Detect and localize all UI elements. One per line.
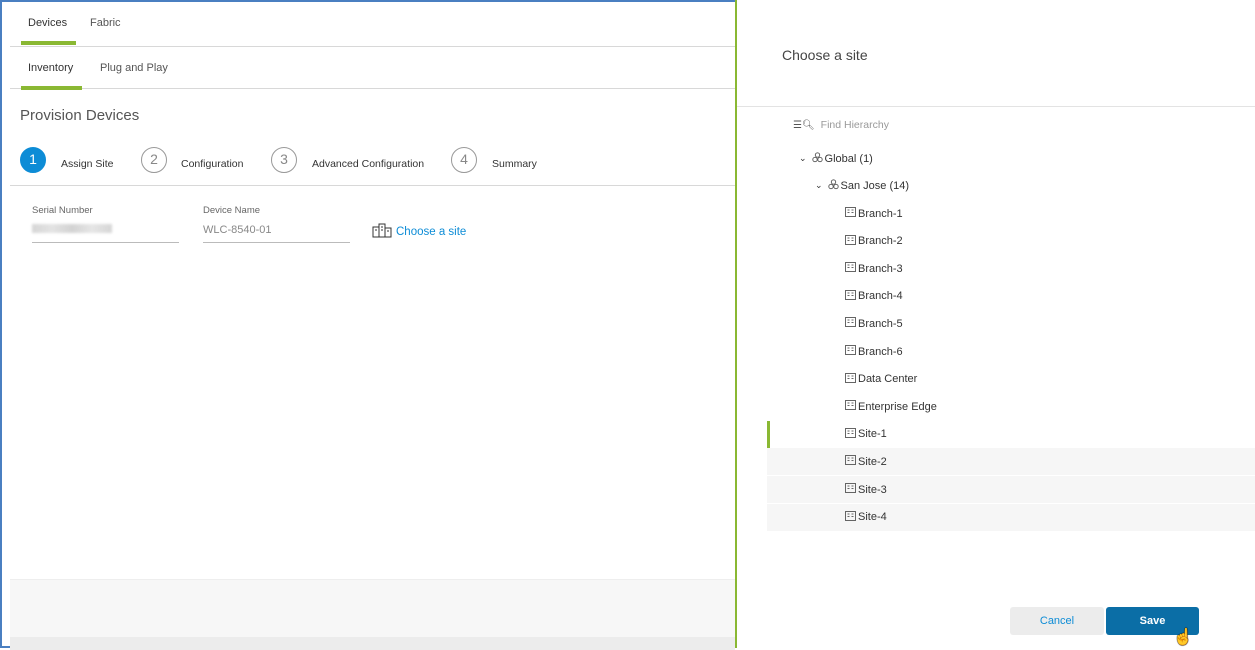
- tree-label: Branch-6: [858, 345, 903, 358]
- hand-cursor-icon: ☝: [1173, 629, 1193, 646]
- choose-site-link[interactable]: Choose a site: [372, 222, 466, 241]
- panel-title: Choose a site: [782, 47, 868, 63]
- building-icon: [845, 345, 856, 358]
- tree-row-enterprise-edge[interactable]: Enterprise Edge: [767, 393, 1255, 420]
- tab-plug-and-play[interactable]: Plug and Play: [100, 62, 168, 74]
- tree-row-branch-3[interactable]: Branch-3: [767, 255, 1255, 282]
- step-2-label: Configuration: [181, 158, 244, 170]
- tree-label: Enterprise Edge: [858, 400, 937, 413]
- cancel-button[interactable]: Cancel: [1010, 607, 1104, 635]
- tree-label: Site-3: [858, 483, 887, 496]
- stepper: 1 Assign Site 2 Configuration 3 Advanced…: [10, 142, 735, 186]
- building-icon: [845, 262, 856, 275]
- building-icon: [845, 455, 856, 468]
- device-name-value[interactable]: WLC-8540-01: [203, 224, 271, 236]
- step-3-circle[interactable]: 3: [271, 147, 297, 173]
- find-hierarchy-placeholder: Find Hierarchy: [820, 119, 889, 131]
- tab-inventory[interactable]: Inventory: [20, 62, 83, 90]
- building-icon: [845, 427, 856, 441]
- step-4-label: Summary: [492, 158, 537, 170]
- tree-label: San Jose (14): [840, 179, 910, 192]
- building-icon: [845, 234, 856, 248]
- building-icon: [845, 317, 856, 330]
- building-icon: [845, 510, 856, 524]
- tree-row-branch-6[interactable]: Branch-6: [767, 338, 1255, 365]
- tree-label: Branch-1: [858, 207, 903, 220]
- page-title: Provision Devices: [20, 107, 140, 124]
- tree-label: Branch-5: [858, 317, 903, 330]
- tree-row-site-4[interactable]: Site-4: [767, 503, 1255, 531]
- footer-band: [10, 579, 735, 638]
- provision-panel: Devices Fabric Inventory Plug and Play P…: [0, 0, 735, 650]
- area-icon: [827, 178, 839, 193]
- footer-bottom: [10, 637, 735, 650]
- tree-row-global[interactable]: ⌄ Global (1): [767, 145, 1255, 172]
- tree-label: Site-1: [858, 428, 887, 441]
- area-icon: [811, 151, 823, 166]
- tree-row-branch-4[interactable]: Branch-4: [767, 283, 1255, 310]
- device-name-label: Device Name: [203, 205, 261, 216]
- tree-row-site-3[interactable]: Site-3: [767, 476, 1255, 503]
- tree-row-data-center[interactable]: Data Center: [767, 366, 1255, 393]
- tree-row-branch-1[interactable]: Branch-1: [767, 200, 1255, 227]
- serial-number-value-redacted: [32, 224, 112, 233]
- buildings-icon: [372, 222, 392, 241]
- step-3-label: Advanced Configuration: [312, 158, 425, 170]
- tree-row-san-jose[interactable]: ⌄ San Jose (14): [767, 172, 1255, 199]
- filter-search-icon: ☰🔍︎: [793, 119, 815, 131]
- serial-number-label: Serial Number: [32, 205, 93, 216]
- building-icon: [845, 372, 856, 386]
- step-1-label: Assign Site: [61, 158, 114, 170]
- panel-divider-line: [737, 106, 1255, 107]
- tree-label: Branch-2: [858, 235, 903, 248]
- tree-row-branch-2[interactable]: Branch-2: [767, 228, 1255, 255]
- tree-label: Branch-3: [858, 262, 903, 275]
- tree-row-branch-5[interactable]: Branch-5: [767, 310, 1255, 337]
- step-2-circle[interactable]: 2: [141, 147, 167, 173]
- step-4-circle[interactable]: 4: [451, 147, 477, 173]
- building-icon: [845, 400, 856, 413]
- building-icon: [845, 207, 856, 220]
- tab-fabric[interactable]: Fabric: [90, 17, 121, 29]
- tree-label: Global (1): [824, 152, 873, 165]
- tree-label: Data Center: [858, 373, 918, 386]
- building-icon: [845, 483, 856, 496]
- tree-label: Site-2: [858, 455, 887, 468]
- chevron-down-icon[interactable]: ⌄: [799, 153, 807, 164]
- selection-indicator: [767, 420, 770, 448]
- choose-site-label: Choose a site: [396, 225, 467, 238]
- step-1-circle[interactable]: 1: [20, 147, 46, 173]
- tab-devices[interactable]: Devices: [20, 17, 77, 45]
- serial-number-underline: [32, 242, 179, 243]
- secondary-tabs: Inventory Plug and Play: [10, 47, 735, 90]
- tree-row-site-2[interactable]: Site-2: [767, 448, 1255, 476]
- primary-tabs: Devices Fabric: [10, 2, 735, 47]
- building-icon: [845, 289, 856, 303]
- tree-row-site-1[interactable]: Site-1: [767, 420, 1255, 448]
- choose-site-panel: Choose a site ☰🔍︎ Find Hierarchy ⌄ Globa…: [737, 0, 1255, 648]
- tree-label: Site-4: [858, 511, 887, 524]
- tree-label: Branch-4: [858, 290, 903, 303]
- device-name-underline: [203, 242, 350, 243]
- find-hierarchy[interactable]: ☰🔍︎ Find Hierarchy: [793, 119, 889, 131]
- chevron-down-icon[interactable]: ⌄: [815, 180, 823, 191]
